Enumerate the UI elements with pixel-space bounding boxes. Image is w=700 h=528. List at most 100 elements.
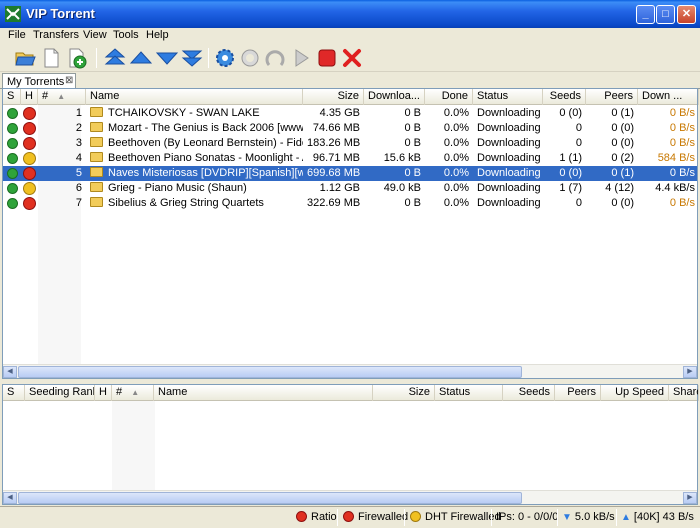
torrent-row[interactable]: 1 TCHAIKOVSKY - SWAN LAKE 4.35 GB 0 B 0.0% Do… bbox=[3, 106, 697, 121]
stop-icon[interactable] bbox=[316, 47, 338, 69]
move-down-icon[interactable] bbox=[155, 47, 179, 69]
down-value: 0 B/s bbox=[669, 137, 695, 149]
col-status[interactable]: Status bbox=[473, 89, 543, 105]
cell-name: Mozart - The Genius is Back 2006 [www.el… bbox=[86, 121, 303, 136]
num-value: 7 bbox=[75, 197, 82, 209]
peers-value: 0 (0) bbox=[611, 137, 634, 149]
down-value: 584 B/s bbox=[657, 152, 695, 164]
col-num[interactable]: # ▲ bbox=[112, 385, 154, 401]
scroll-left-icon[interactable]: ◀ bbox=[3, 492, 17, 504]
col-up-speed[interactable]: Up Speed bbox=[601, 385, 669, 401]
done-value: 0.0% bbox=[443, 137, 469, 149]
cell-down: 0 B/s bbox=[638, 166, 699, 181]
cell-num: 7 bbox=[38, 196, 86, 211]
settings-icon[interactable] bbox=[214, 47, 236, 69]
upload-speed-status[interactable]: ▲ [40K] 43 B/s bbox=[621, 511, 694, 523]
start-icon[interactable] bbox=[290, 47, 312, 69]
scroll-thumb[interactable] bbox=[18, 366, 522, 378]
col-status[interactable]: Status bbox=[435, 385, 503, 401]
status-icon bbox=[7, 123, 18, 134]
menu-bar: File Transfers View Tools Help bbox=[0, 28, 700, 44]
col-size[interactable]: Size bbox=[373, 385, 435, 401]
status-value: Downloading bbox=[477, 197, 541, 209]
close-button[interactable]: ✕ bbox=[677, 5, 696, 24]
menu-tools[interactable]: Tools bbox=[113, 29, 139, 41]
col-down-speed[interactable]: Down ... bbox=[638, 89, 699, 105]
col-name[interactable]: Name bbox=[86, 89, 303, 105]
cell-done: 0.0% bbox=[425, 121, 473, 136]
upload-arrow-icon: ▲ bbox=[621, 512, 631, 523]
col-h[interactable]: H bbox=[21, 89, 38, 105]
col-h[interactable]: H bbox=[95, 385, 112, 401]
peers-value: 4 (12) bbox=[605, 182, 634, 194]
open-torrent-icon[interactable] bbox=[14, 47, 36, 69]
col-s[interactable]: S bbox=[3, 89, 21, 105]
torrent-row[interactable]: 7 Sibelius & Grieg String Quartets 322.69 … bbox=[3, 196, 697, 211]
cell-size: 96.71 MB bbox=[303, 151, 364, 166]
torrents-table: S H # ▲ Name Size Downloa... Done Status… bbox=[2, 88, 699, 379]
col-done[interactable]: Done bbox=[425, 89, 473, 105]
cell-down: 0 B/s bbox=[638, 121, 699, 136]
status-value: Downloading bbox=[477, 122, 541, 134]
scroll-left-icon[interactable]: ◀ bbox=[3, 366, 17, 378]
red-status-icon bbox=[296, 510, 307, 522]
menu-view[interactable]: View bbox=[83, 29, 107, 41]
help-icon[interactable] bbox=[239, 47, 261, 69]
torrent-row[interactable]: 4 Beethoven Piano Sonatas - Moonlight - A… bbox=[3, 151, 697, 166]
torrent-row[interactable]: 2 Mozart - The Genius is Back 2006 [www.e… bbox=[3, 121, 697, 136]
new-torrent-icon[interactable] bbox=[40, 47, 62, 69]
col-seeds[interactable]: Seeds bbox=[503, 385, 555, 401]
move-bottom-icon[interactable] bbox=[181, 47, 203, 69]
cell-done: 0.0% bbox=[425, 196, 473, 211]
download-speed-value: 5.0 kB/s bbox=[574, 511, 615, 523]
size-value: 699.68 MB bbox=[307, 167, 361, 179]
status-value: Downloading bbox=[477, 167, 541, 179]
torrent-row[interactable]: 6 Grieg - Piano Music (Shaun) 1.12 GB 49.0 … bbox=[3, 181, 697, 196]
remove-icon[interactable] bbox=[341, 47, 363, 69]
top-horizontal-scrollbar[interactable]: ◀ ▶ bbox=[3, 364, 697, 378]
bottom-horizontal-scrollbar[interactable]: ◀ ▶ bbox=[3, 490, 697, 504]
col-downloaded[interactable]: Downloa... bbox=[364, 89, 425, 105]
cell-down: 4.4 kB/s bbox=[638, 181, 699, 196]
ratio-status: Ratio bbox=[296, 510, 337, 523]
num-column-bg bbox=[112, 401, 155, 490]
cell-name: Beethoven (By Leonard Bernstein) - Fidel… bbox=[86, 136, 303, 151]
menu-transfers[interactable]: Transfers bbox=[33, 29, 79, 41]
pause-icon[interactable] bbox=[264, 47, 286, 69]
col-seeds[interactable]: Seeds bbox=[543, 89, 586, 105]
status-separator bbox=[337, 509, 338, 526]
cell-num: 2 bbox=[38, 121, 86, 136]
toolbar-separator bbox=[96, 48, 97, 68]
col-share[interactable]: Share bbox=[669, 385, 699, 401]
torrent-row[interactable]: 5 Naves Misteriosas [DVDRIP][Spanish][www… bbox=[3, 166, 697, 181]
col-peers[interactable]: Peers bbox=[586, 89, 638, 105]
torrent-row[interactable]: 3 Beethoven (By Leonard Bernstein) - Fide… bbox=[3, 136, 697, 151]
cell-done: 0.0% bbox=[425, 106, 473, 121]
cell-status: Downloading bbox=[473, 121, 543, 136]
cell-done: 0.0% bbox=[425, 181, 473, 196]
name-value: Beethoven (By Leonard Bernstein) - Fidel… bbox=[108, 137, 303, 149]
col-size[interactable]: Size bbox=[303, 89, 364, 105]
add-url-icon[interactable] bbox=[66, 47, 88, 69]
health-icon bbox=[23, 182, 36, 195]
scroll-right-icon[interactable]: ▶ bbox=[683, 492, 697, 504]
menu-help[interactable]: Help bbox=[146, 29, 169, 41]
col-peers[interactable]: Peers bbox=[555, 385, 601, 401]
menu-file[interactable]: File bbox=[8, 29, 26, 41]
move-top-icon[interactable] bbox=[104, 47, 126, 69]
tab-close-icon[interactable]: ⊠ bbox=[65, 75, 73, 86]
download-speed-status[interactable]: ▼ 5.0 kB/s bbox=[562, 511, 615, 523]
minimize-button[interactable]: _ bbox=[636, 5, 655, 24]
cell-status: Downloading bbox=[473, 136, 543, 151]
col-num[interactable]: # ▲ bbox=[38, 89, 86, 105]
col-seeding-rank[interactable]: Seeding Rank bbox=[25, 385, 95, 401]
cell-downloaded: 49.0 kB bbox=[364, 181, 425, 196]
col-name[interactable]: Name bbox=[154, 385, 373, 401]
name-value: TCHAIKOVSKY - SWAN LAKE bbox=[108, 107, 260, 119]
scroll-thumb[interactable] bbox=[18, 492, 522, 504]
col-s[interactable]: S bbox=[3, 385, 25, 401]
maximize-button[interactable]: □ bbox=[656, 5, 675, 24]
move-up-icon[interactable] bbox=[129, 47, 153, 69]
cell-size: 699.68 MB bbox=[303, 166, 364, 181]
scroll-right-icon[interactable]: ▶ bbox=[683, 366, 697, 378]
